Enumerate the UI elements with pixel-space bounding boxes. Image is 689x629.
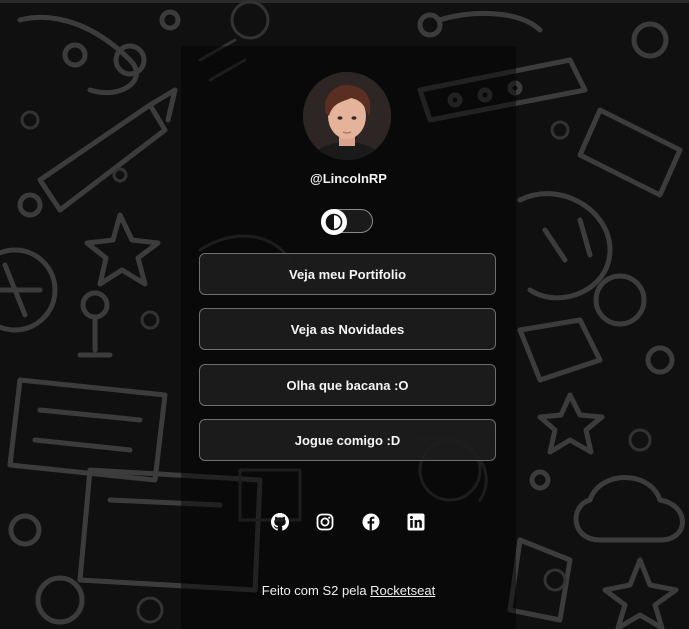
theme-toggle-knob[interactable] <box>321 209 347 235</box>
theme-toggle[interactable] <box>321 209 373 235</box>
linkedin-icon <box>407 513 425 531</box>
social-links <box>270 512 426 532</box>
linkedin-link[interactable] <box>406 512 426 532</box>
link-button-play[interactable]: Jogue comigo :D <box>199 419 496 461</box>
instagram-icon <box>316 513 334 531</box>
github-icon <box>271 513 289 531</box>
link-button-portfolio[interactable]: Veja meu Portifolio <box>199 253 496 295</box>
rocketseat-link[interactable]: Rocketseat <box>370 583 435 598</box>
footer-text: Feito com S2 pela <box>261 583 371 598</box>
footer: Feito com S2 pela Rocketseat <box>181 583 516 598</box>
page: @LincolnRP Veja meu Portifolio Veja as N… <box>0 0 689 629</box>
half-circle-contrast-icon <box>325 213 343 231</box>
instagram-link[interactable] <box>315 512 335 532</box>
link-button-cool[interactable]: Olha que bacana :O <box>199 364 496 406</box>
avatar <box>303 72 391 160</box>
username: @LincolnRP <box>310 171 387 186</box>
github-link[interactable] <box>270 512 290 532</box>
avatar-photo <box>303 72 391 160</box>
link-button-news[interactable]: Veja as Novidades <box>199 308 496 350</box>
facebook-link[interactable] <box>361 512 381 532</box>
facebook-icon <box>362 513 380 531</box>
